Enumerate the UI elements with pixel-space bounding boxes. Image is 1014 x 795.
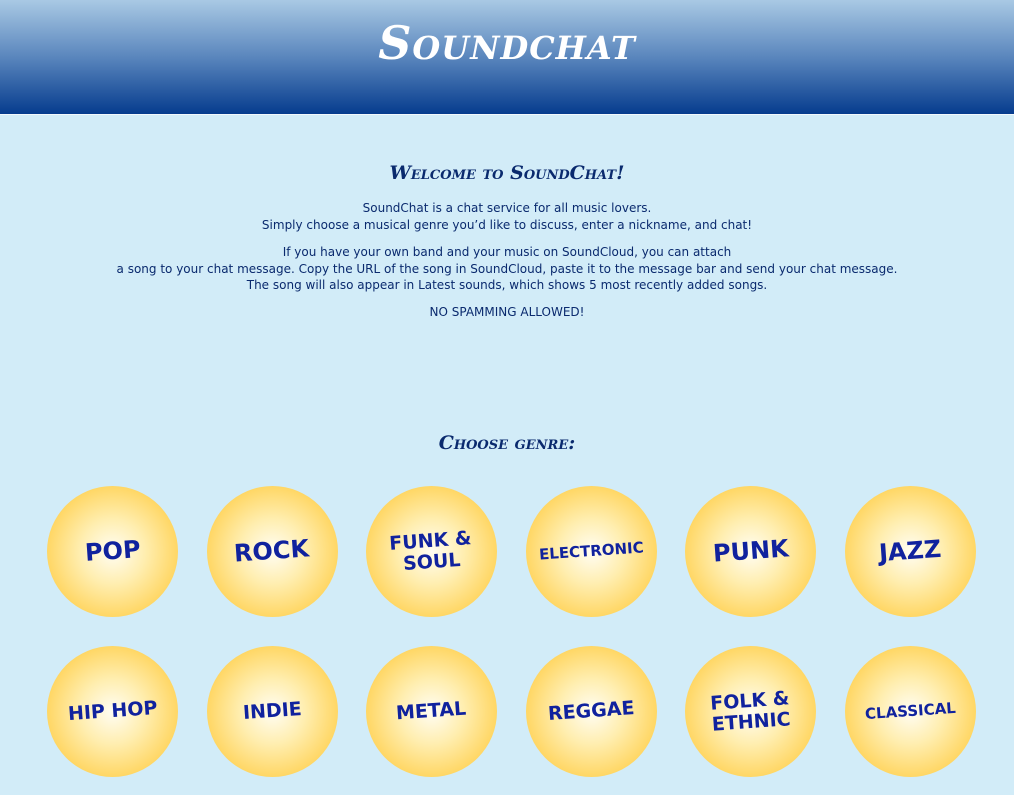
no-spam-warning: NO SPAMMING ALLOWED! — [429, 304, 585, 319]
genre-button-indie[interactable]: INDIE — [206, 646, 338, 777]
genre-label: FUNK & SOUL — [388, 526, 473, 575]
genre-button-funk-soul[interactable]: FUNK & SOUL — [366, 486, 497, 617]
genre-button-rock[interactable]: ROCK — [206, 486, 338, 617]
choose-genre-heading: Choose genre: — [438, 432, 576, 454]
intro-paragraph-2: If you have your own band and your music… — [0, 244, 1014, 294]
genre-button-punk[interactable]: PUNK — [685, 486, 816, 617]
intro-section: Welcome to SoundChat! SoundChat is a cha… — [0, 162, 1014, 319]
genre-grid: POP ROCK FUNK & SOUL ELECTRONIC PUNK JAZ… — [47, 486, 977, 777]
genre-label: ELECTRONIC — [538, 538, 644, 564]
genre-label: JAZZ — [877, 534, 943, 568]
genre-label: POP — [83, 535, 142, 567]
genre-button-reggae[interactable]: REGGAE — [525, 646, 657, 777]
genre-label: PUNK — [711, 534, 790, 568]
intro-text: Simply choose a musical genre you’d like… — [261, 217, 753, 232]
genre-button-hip-hop[interactable]: HIP HOP — [47, 646, 178, 777]
intro-paragraph-1: SoundChat is a chat service for all musi… — [0, 200, 1014, 233]
genre-label: INDIE — [241, 697, 303, 725]
intro-text: a song to your chat message. Copy the UR… — [116, 261, 898, 276]
header-banner: Soundchat — [0, 0, 1014, 115]
genre-label: CLASSICAL — [864, 698, 956, 724]
genre-button-electronic[interactable]: ELECTRONIC — [525, 486, 657, 617]
welcome-heading: Welcome to SoundChat! — [389, 162, 625, 184]
genre-button-metal[interactable]: METAL — [366, 646, 497, 777]
genre-label: METAL — [395, 697, 468, 725]
genre-label: ROCK — [233, 534, 311, 568]
genre-label: FOLK & ETHNIC — [709, 686, 792, 736]
genre-label: HIP HOP — [67, 696, 158, 726]
genre-button-folk-ethnic[interactable]: FOLK & ETHNIC — [685, 646, 816, 777]
intro-text: If you have your own band and your music… — [282, 245, 732, 259]
genre-button-classical[interactable]: CLASSICAL — [844, 646, 976, 777]
genre-label: REGGAE — [547, 697, 635, 725]
site-title: Soundchat — [378, 16, 636, 70]
intro-text: SoundChat is a chat service for all musi… — [362, 201, 652, 215]
genre-button-jazz[interactable]: JAZZ — [844, 486, 976, 617]
intro-text: The song will also appear in Latest soun… — [246, 278, 768, 292]
genre-button-pop[interactable]: POP — [47, 486, 178, 617]
